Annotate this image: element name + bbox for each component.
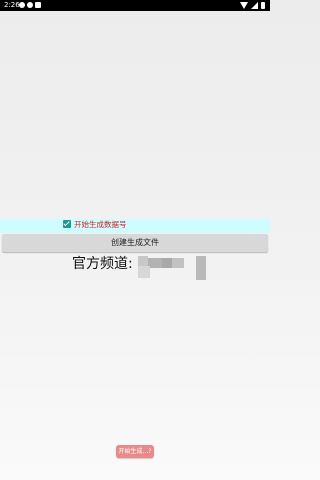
signal-icon xyxy=(251,2,258,9)
generate-checkbox-label[interactable]: 开始生成数据号 xyxy=(74,220,127,230)
status-bar: 2:26 xyxy=(0,0,270,11)
notification-icon xyxy=(19,2,25,8)
create-file-button[interactable]: 创建生成文件 xyxy=(2,234,268,252)
notification-icon xyxy=(27,2,33,8)
status-time: 2:26 xyxy=(4,1,20,9)
status-notification-icons xyxy=(19,2,41,8)
wifi-icon xyxy=(240,2,248,9)
start-generate-button[interactable]: 开始生成...? xyxy=(116,445,154,458)
options-strip xyxy=(0,219,270,233)
battery-icon xyxy=(261,2,265,9)
notification-icon xyxy=(35,2,41,8)
generate-checkbox[interactable] xyxy=(63,220,71,228)
redacted-channel-id xyxy=(138,256,208,280)
status-system-icons xyxy=(240,2,265,9)
official-channel-label: 官方频道: xyxy=(72,256,133,272)
